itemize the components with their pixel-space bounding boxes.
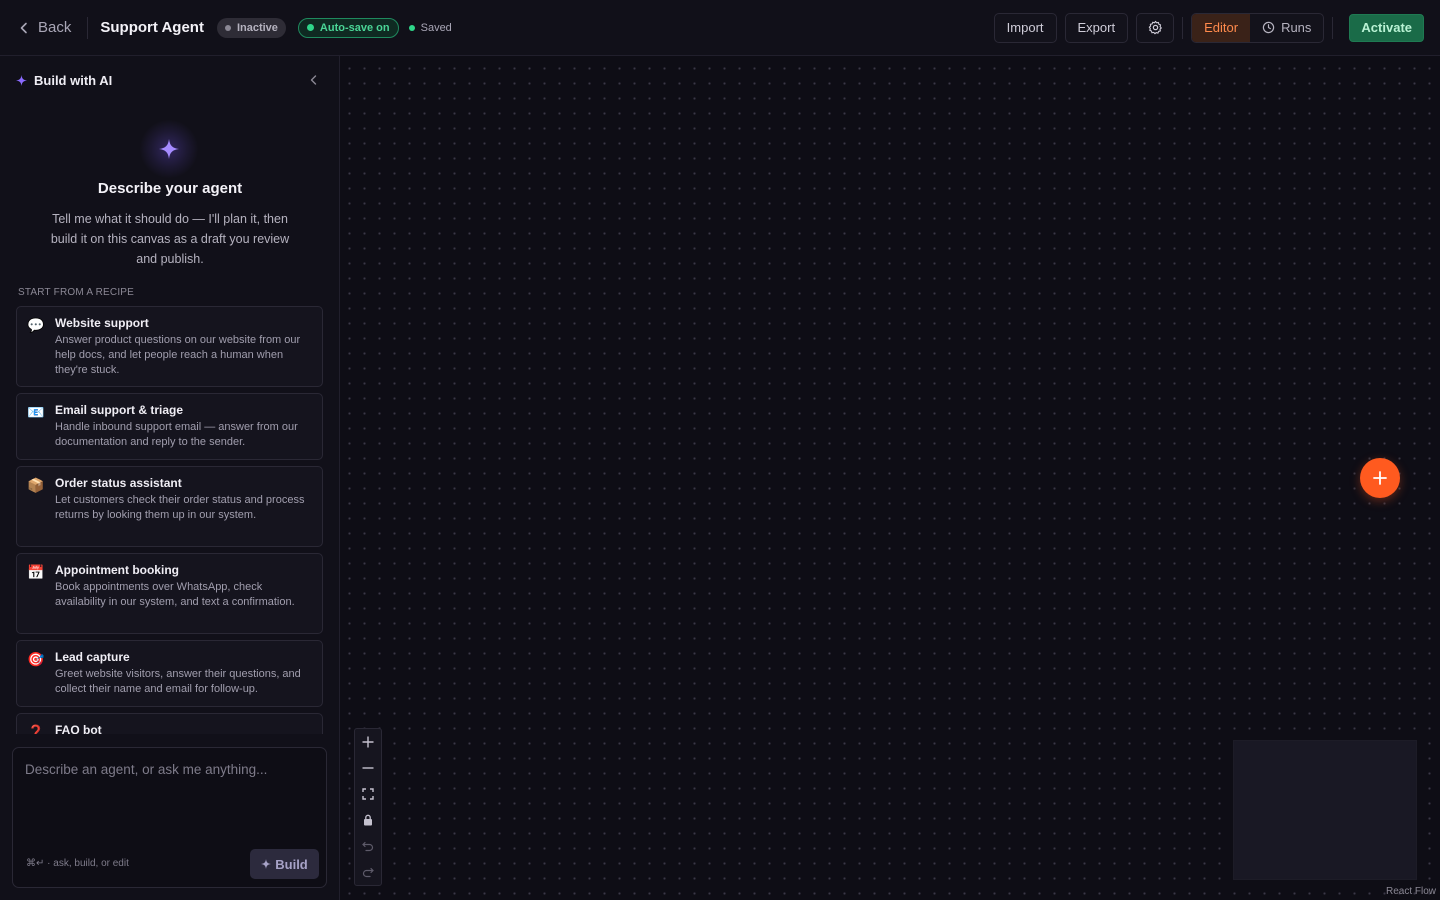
- saved-label: Saved: [420, 21, 452, 34]
- shortcut-hint: ⌘↵ · ask, build, or edit: [26, 858, 129, 869]
- flow-canvas[interactable]: React Flow: [341, 57, 1440, 900]
- chevron-left-icon: [20, 22, 27, 33]
- activate-button[interactable]: Activate: [1349, 13, 1424, 42]
- speech-bubble-icon: 💬: [27, 318, 45, 334]
- undo-icon: [362, 841, 374, 852]
- saved-indicator: Saved: [408, 21, 452, 34]
- tab-runs[interactable]: Runs: [1250, 14, 1323, 42]
- tab-runs-label: Runs: [1281, 20, 1312, 35]
- target-icon: 🎯: [27, 652, 45, 668]
- calendar-icon: 📅: [27, 565, 45, 581]
- settings-button[interactable]: [1136, 12, 1175, 43]
- fullscreen-icon: [362, 788, 374, 800]
- gear-icon: [1148, 20, 1162, 35]
- redo-button[interactable]: [355, 859, 381, 885]
- divider: [87, 16, 89, 39]
- status-dot: [224, 24, 231, 31]
- export-button[interactable]: Export: [1064, 12, 1129, 43]
- question-mark-icon: ❓: [27, 725, 45, 734]
- sparkle-icon: [261, 859, 272, 869]
- recipe-description: Answer product questions on our website …: [55, 334, 301, 376]
- recipe-title: Website support: [55, 316, 149, 330]
- recipe-description: Let customers check their order status a…: [55, 494, 305, 521]
- minimap[interactable]: [1233, 740, 1417, 880]
- lock-icon: [364, 814, 372, 826]
- panel-header: Build with AI: [16, 72, 320, 88]
- import-button[interactable]: Import: [993, 12, 1057, 43]
- fit-view-button[interactable]: [355, 781, 381, 807]
- autosave-toggle[interactable]: Auto-save on: [297, 17, 399, 38]
- recipe-title: Appointment booking: [55, 563, 179, 577]
- recipe-title: FAQ bot: [55, 723, 102, 734]
- tab-editor[interactable]: Editor: [1192, 13, 1251, 42]
- lock-toggle-button[interactable]: [355, 807, 381, 833]
- prompt-input[interactable]: [25, 762, 315, 832]
- package-icon: 📦: [27, 478, 45, 494]
- divider: [1332, 16, 1334, 39]
- zoom-out-button[interactable]: [355, 755, 381, 781]
- autosave-dot: [306, 24, 314, 31]
- back-label: Back: [38, 19, 72, 36]
- status-label: Inactive: [236, 21, 278, 34]
- toolbar-actions: Import Export Editor Runs Activate: [993, 12, 1424, 43]
- recipe-card-order-status[interactable]: 📦 Order status assistant Let customers c…: [16, 466, 323, 547]
- plus-icon: [1373, 471, 1387, 485]
- recipe-description: Handle inbound support email — answer fr…: [55, 421, 298, 448]
- recipe-title: Email support & triage: [55, 403, 184, 417]
- hero-title: Describe your agent: [97, 180, 243, 197]
- undo-button[interactable]: [355, 833, 381, 859]
- plus-icon: [362, 736, 374, 748]
- status-badge: Inactive: [216, 17, 286, 38]
- zoom-in-button[interactable]: [355, 729, 381, 755]
- prompt-composer: ⌘↵ · ask, build, or edit Build: [12, 747, 327, 888]
- hero-description: Tell me what it should do — I'll plan it…: [50, 212, 290, 266]
- recipe-card-email-support[interactable]: 📧 Email support & triage Handle inbound …: [16, 393, 323, 460]
- recipe-list: 💬 Website support Answer product questio…: [16, 306, 323, 734]
- build-button[interactable]: Build: [250, 849, 319, 879]
- canvas-controls: [354, 728, 382, 886]
- redo-icon: [362, 867, 374, 878]
- recipe-card-lead-capture[interactable]: 🎯 Lead capture Greet website visitors, a…: [16, 640, 323, 707]
- recipe-description: Book appointments over WhatsApp, check a…: [55, 581, 295, 608]
- saved-dot: [408, 24, 415, 31]
- recipe-title: Lead capture: [55, 650, 130, 664]
- autosave-label: Auto-save on: [319, 21, 390, 34]
- recipe-description: Greet website visitors, answer their que…: [55, 668, 301, 695]
- panel-title: Build with AI: [34, 72, 113, 88]
- collapse-panel-icon[interactable]: [308, 74, 320, 86]
- ai-builder-panel: Build with AI Describe your agent Tell m…: [0, 56, 340, 900]
- sparkle-icon: [159, 139, 179, 159]
- clock-icon: [1262, 21, 1275, 34]
- divider: [1182, 16, 1184, 39]
- build-label: Build: [275, 856, 308, 872]
- view-switcher: Editor Runs: [1191, 12, 1325, 43]
- sparkle-icon: [16, 74, 27, 86]
- back-button[interactable]: Back: [18, 19, 71, 36]
- recipe-card-website-support[interactable]: 💬 Website support Answer product questio…: [16, 306, 323, 387]
- recipes-heading: START FROM A RECIPE: [18, 287, 135, 298]
- minus-icon: [362, 767, 374, 769]
- recipe-card-appointment-booking[interactable]: 📅 Appointment booking Book appointments …: [16, 553, 323, 634]
- agent-title: Support Agent: [100, 19, 204, 36]
- tab-editor-label: Editor: [1204, 20, 1239, 35]
- add-node-button[interactable]: [1360, 458, 1400, 498]
- email-icon: 📧: [27, 405, 45, 421]
- recipe-card-faq-bot[interactable]: ❓ FAQ bot: [16, 713, 323, 734]
- recipe-title: Order status assistant: [55, 476, 182, 490]
- top-bar: Back Support Agent Inactive Auto-save on…: [0, 0, 1440, 56]
- attribution-link[interactable]: React Flow: [1386, 886, 1436, 897]
